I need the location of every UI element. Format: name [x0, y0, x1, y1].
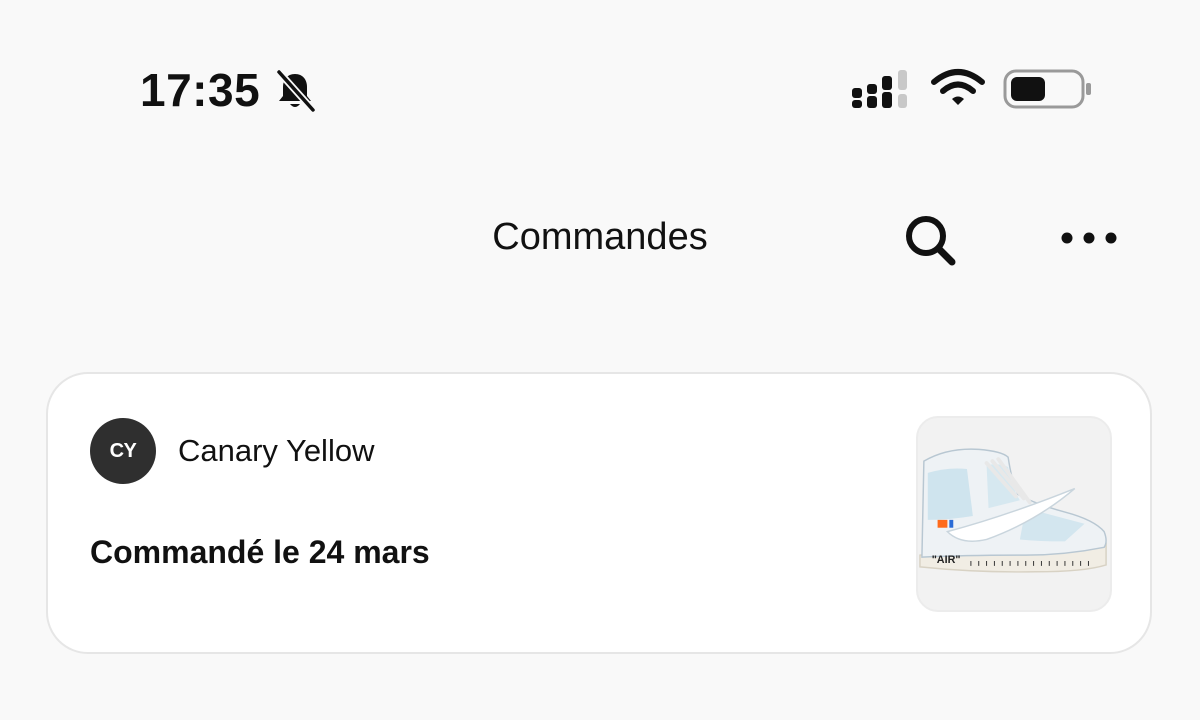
more-options-button[interactable]	[1054, 214, 1124, 262]
wifi-icon	[930, 68, 986, 110]
order-card[interactable]: CY Canary Yellow Commandé le 24 mars "AI…	[46, 372, 1152, 654]
battery-icon	[1002, 68, 1094, 110]
seller-name: Canary Yellow	[178, 433, 375, 468]
sneaker-image: "AIR"	[919, 448, 1107, 573]
more-horizontal-icon	[1061, 232, 1117, 244]
status-time: 17:35	[140, 64, 261, 116]
product-thumbnail: "AIR"	[916, 416, 1112, 612]
bell-slash-icon	[272, 68, 318, 114]
search-icon	[906, 216, 956, 266]
order-date: Commandé le 24 mars	[90, 534, 430, 570]
cellular-signal-icon	[850, 68, 912, 110]
search-button[interactable]	[898, 208, 962, 272]
page-title: Commandes	[492, 216, 708, 258]
product-image-text: "AIR"	[932, 554, 961, 566]
seller-avatar: CY	[90, 418, 156, 484]
